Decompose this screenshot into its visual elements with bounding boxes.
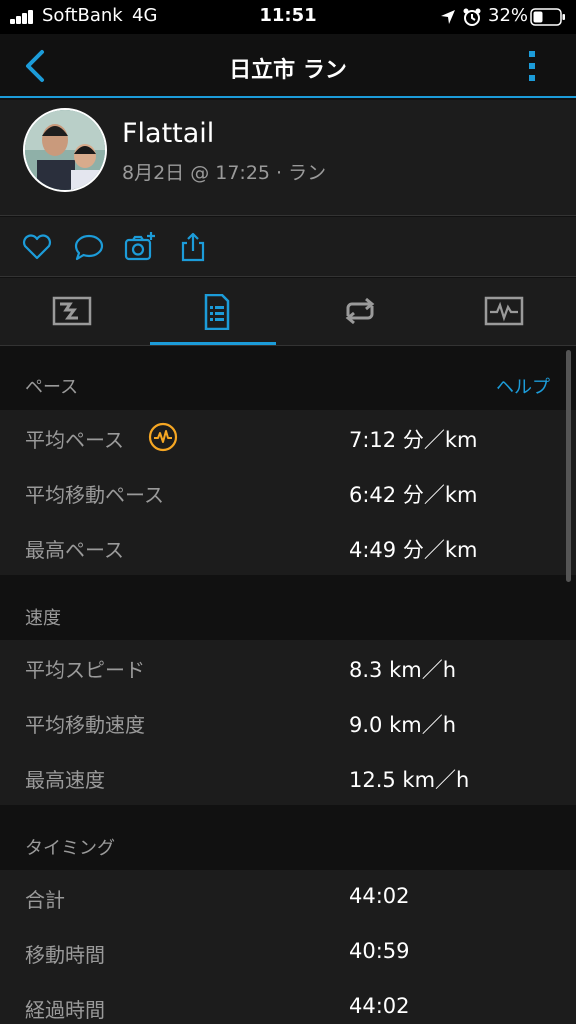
stat-value: 7:12 分／km xyxy=(349,428,478,452)
add-photo-icon[interactable] xyxy=(124,231,156,263)
section-title-pace: ペース xyxy=(25,377,79,398)
activity-tabs xyxy=(0,278,576,346)
section-title-speed: 速度 xyxy=(25,608,61,629)
stat-value: 6:42 分／km xyxy=(349,483,478,507)
nav-bar: 日立市 ラン xyxy=(0,34,576,98)
share-icon[interactable] xyxy=(177,231,209,263)
stat-label: 経過時間 xyxy=(25,998,105,1022)
heart-rate-chart-icon xyxy=(484,296,524,326)
location-icon xyxy=(441,10,455,24)
stat-label: 合計 xyxy=(25,888,65,912)
stat-row-avg-pace: 平均ペース 7:12 分／km xyxy=(0,410,576,465)
stat-label: 平均移動速度 xyxy=(25,713,145,737)
tab-laps[interactable] xyxy=(288,278,432,346)
stat-row-moving-time: 移動時間 40:59 xyxy=(0,925,576,980)
like-icon[interactable] xyxy=(21,231,53,263)
more-options-icon[interactable] xyxy=(520,48,544,84)
stat-value: 9.0 km／h xyxy=(349,713,456,737)
stat-label: 平均スピード xyxy=(25,658,145,682)
section-title-timing: タイミング xyxy=(25,838,115,859)
stat-label: 最高ペース xyxy=(25,538,124,562)
stat-value: 40:59 xyxy=(349,939,410,963)
user-name[interactable]: Flattail xyxy=(122,118,214,149)
alarm-icon xyxy=(463,8,481,26)
activity-owner: Flattail 8月2日 @ 17:25 · ラン xyxy=(0,100,576,216)
pace-rows: 平均ペース 7:12 分／km 平均移動ペース 6:42 分／km 最高ペース … xyxy=(0,410,576,575)
stat-row-avg-moving-pace: 平均移動ペース 6:42 分／km xyxy=(0,465,576,520)
battery-percent: 32% xyxy=(488,5,529,26)
stats-sheet-icon xyxy=(204,294,230,330)
tab-map[interactable] xyxy=(0,278,144,346)
map-icon xyxy=(52,296,92,326)
tab-stats[interactable] xyxy=(144,278,288,346)
stat-row-avg-moving-speed: 平均移動速度 9.0 km／h xyxy=(0,695,576,750)
avatar[interactable] xyxy=(23,108,107,192)
activity-meta: 8月2日 @ 17:25 · ラン xyxy=(122,162,327,184)
timing-rows: 合計 44:02 移動時間 40:59 経過時間 44:02 xyxy=(0,870,576,1024)
active-tab-indicator xyxy=(150,342,276,345)
laps-icon xyxy=(345,297,375,325)
stat-label: 平均移動ペース xyxy=(25,483,164,507)
stat-value: 8.3 km／h xyxy=(349,658,456,682)
stat-value: 44:02 xyxy=(349,994,410,1018)
help-link[interactable]: ヘルプ xyxy=(496,373,550,399)
tab-charts[interactable] xyxy=(432,278,576,346)
speed-section-header: 速度 xyxy=(0,578,576,640)
status-bar: SoftBank 4G 11:51 32% xyxy=(0,0,576,34)
pace-section-header: ペース ヘルプ xyxy=(0,347,576,409)
stat-label: 移動時間 xyxy=(25,943,105,967)
stat-row-max-speed: 最高速度 12.5 km／h xyxy=(0,750,576,805)
stat-row-total-time: 合計 44:02 xyxy=(0,870,576,925)
action-bar xyxy=(0,217,576,277)
page-title: 日立市 ラン xyxy=(229,58,347,83)
stat-value: 12.5 km／h xyxy=(349,768,470,792)
pace-insight-icon[interactable] xyxy=(148,422,178,452)
stat-value: 4:49 分／km xyxy=(349,538,478,562)
stat-value: 44:02 xyxy=(349,884,410,908)
stat-row-avg-speed: 平均スピード 8.3 km／h xyxy=(0,640,576,695)
stat-label: 平均ペース xyxy=(25,428,124,452)
speed-rows: 平均スピード 8.3 km／h 平均移動速度 9.0 km／h 最高速度 12.… xyxy=(0,640,576,805)
stat-label: 最高速度 xyxy=(25,768,105,792)
timing-section-header: タイミング xyxy=(0,808,576,870)
battery-icon xyxy=(530,8,565,26)
scrollbar[interactable] xyxy=(566,350,571,582)
stat-row-elapsed-time: 経過時間 44:02 xyxy=(0,980,576,1024)
comment-icon[interactable] xyxy=(73,231,105,263)
stat-row-best-pace: 最高ペース 4:49 分／km xyxy=(0,520,576,575)
stats-content: ペース ヘルプ 平均ペース 7:12 分／km 平均移動ペース 6:42 分／k… xyxy=(0,347,576,1024)
